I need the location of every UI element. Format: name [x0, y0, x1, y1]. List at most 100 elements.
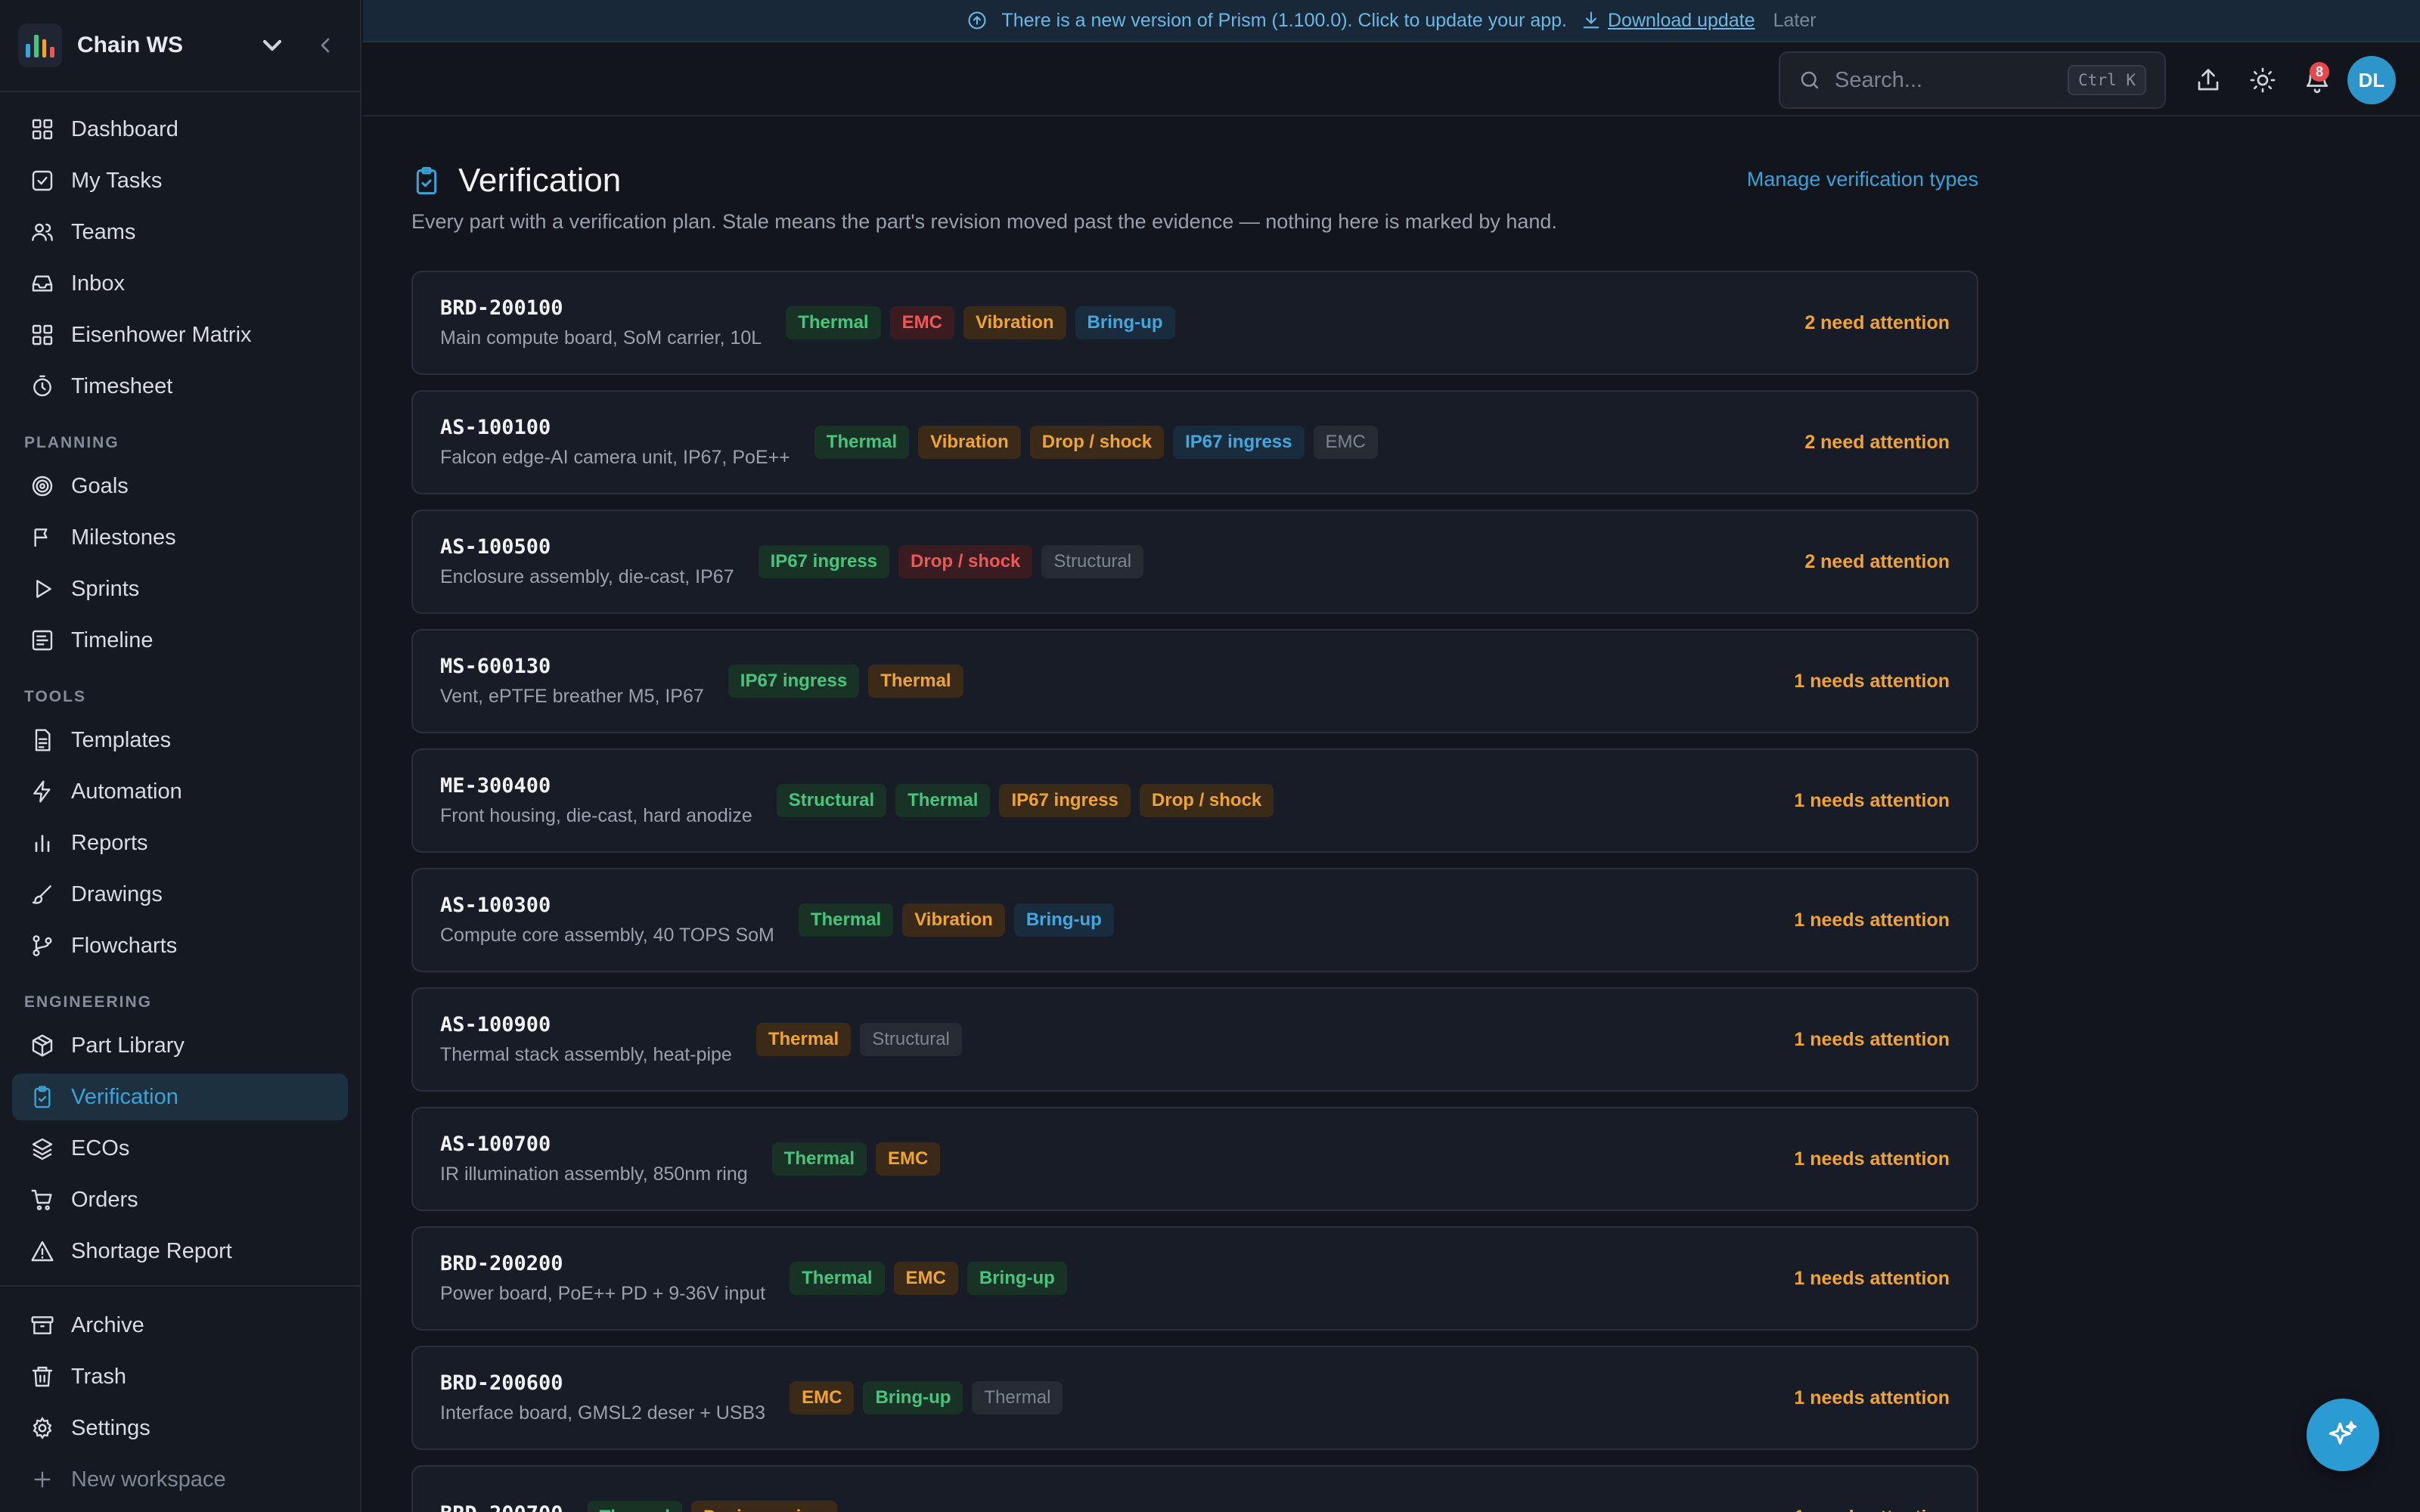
sidebar-footer: Archive Trash Settings New workspace: [0, 1285, 360, 1507]
sidebar-item-archive[interactable]: Archive: [12, 1302, 348, 1349]
sidebar-item-ecos[interactable]: ECOs: [12, 1125, 348, 1172]
manage-verification-types-link[interactable]: Manage verification types: [1747, 168, 1978, 191]
sidebar-item-shortage-report[interactable]: Shortage Report: [12, 1228, 348, 1275]
verification-tag[interactable]: Drop / shock: [1139, 784, 1274, 817]
checkbox-icon: [32, 170, 53, 191]
verification-tag[interactable]: Drop / shock: [898, 545, 1033, 578]
verification-tag[interactable]: Thermal: [814, 426, 910, 459]
verification-row[interactable]: BRD-200100 Main compute board, SoM carrie…: [411, 271, 1978, 375]
page-title: Verification: [411, 162, 621, 200]
verification-tag[interactable]: Thermal: [587, 1501, 682, 1512]
verification-tag[interactable]: Thermal: [798, 903, 894, 937]
verification-row[interactable]: BRD-200700 Thermal Design review 1 needs at…: [411, 1465, 1978, 1512]
update-banner[interactable]: There is a new version of Prism (1.100.0…: [363, 0, 2420, 42]
section-label-planning: PLANNING: [24, 434, 119, 451]
verification-tag[interactable]: IP67 ingress: [758, 545, 890, 578]
verification-tag[interactable]: EMC: [876, 1142, 941, 1176]
notification-badge: 8: [2310, 62, 2329, 82]
avatar[interactable]: DL: [2347, 56, 2396, 104]
part-description: Falcon edge-AI camera unit, IP67, PoE++: [440, 447, 790, 468]
verification-row[interactable]: AS-100500 Enclosure assembly, die-cast, I…: [411, 510, 1978, 614]
verification-tag[interactable]: Drop / shock: [1029, 426, 1165, 459]
sidebar-item-my-tasks[interactable]: My Tasks: [12, 157, 348, 204]
verification-tag[interactable]: EMC: [893, 1262, 958, 1295]
verification-tag[interactable]: Vibration: [902, 903, 1005, 937]
chevron-down-icon[interactable]: [257, 30, 287, 60]
verification-row[interactable]: BRD-200600 Interface board, GMSL2 deser +…: [411, 1346, 1978, 1450]
new-workspace-button[interactable]: New workspace: [12, 1456, 348, 1503]
verification-tag[interactable]: IP67 ingress: [999, 784, 1131, 817]
verification-tag[interactable]: Vibration: [918, 426, 1021, 459]
sidebar-item-label: Orders: [71, 1187, 138, 1212]
verification-tag[interactable]: Structural: [860, 1023, 962, 1056]
verification-tag[interactable]: Thermal: [868, 665, 963, 698]
sidebar-item-timeline[interactable]: Timeline: [12, 617, 348, 664]
gear-icon: [33, 1417, 52, 1439]
sidebar-item-part-library[interactable]: Part Library: [12, 1022, 348, 1069]
sidebar-item-goals[interactable]: Goals: [12, 463, 348, 510]
sidebar-item-label: Drawings: [71, 881, 163, 906]
sidebar-item-teams[interactable]: Teams: [12, 209, 348, 256]
verification-tag[interactable]: Bring-up: [966, 1262, 1067, 1295]
verification-row[interactable]: AS-100700 IR illumination assembly, 850nm…: [411, 1107, 1978, 1211]
verification-row[interactable]: AS-100100 Falcon edge-AI camera unit, IP6…: [411, 390, 1978, 494]
sidebar-item-milestones[interactable]: Milestones: [12, 514, 348, 561]
later-button[interactable]: Later: [1773, 10, 1817, 32]
verification-row[interactable]: AS-100300 Compute core assembly, 40 TOPS …: [411, 868, 1978, 972]
verification-tag[interactable]: Bring-up: [1013, 903, 1114, 937]
verification-tag[interactable]: IP67 ingress: [728, 665, 860, 698]
sidebar-item-orders[interactable]: Orders: [12, 1176, 348, 1223]
workspace-switcher[interactable]: Chain WS: [0, 0, 360, 92]
verification-tag[interactable]: EMC: [790, 1381, 855, 1414]
package-icon: [32, 1034, 53, 1057]
verification-tag[interactable]: Thermal: [771, 1142, 867, 1176]
sidebar-item-verification[interactable]: Verification: [12, 1074, 348, 1120]
verification-tag[interactable]: Vibration: [963, 306, 1066, 339]
verification-row[interactable]: AS-100900 Thermal stack assembly, heat-pi…: [411, 987, 1978, 1092]
sun-icon[interactable]: [2249, 67, 2276, 94]
sidebar-item-drawings[interactable]: Drawings: [12, 871, 348, 918]
verification-tag[interactable]: Design review: [690, 1501, 838, 1512]
sidebar-item-flowcharts[interactable]: Flowcharts: [12, 922, 348, 969]
sidebar-item-reports[interactable]: Reports: [12, 820, 348, 866]
verification-row[interactable]: BRD-200200 Power board, PoE++ PD + 9-36V …: [411, 1226, 1978, 1331]
sidebar-item-settings[interactable]: Settings: [12, 1405, 348, 1452]
sidebar-item-automation[interactable]: Automation: [12, 768, 348, 815]
ai-assistant-button[interactable]: [2307, 1399, 2379, 1471]
attention-status: 1 needs attention: [1794, 1387, 1950, 1408]
clipboard-check-icon: [416, 166, 437, 195]
sidebar-item-label: Sprints: [71, 576, 140, 601]
verification-tag[interactable]: Thermal: [786, 306, 881, 339]
trash-icon: [32, 1366, 53, 1387]
verification-tag[interactable]: Bring-up: [863, 1381, 963, 1414]
sidebar-item-sprints[interactable]: Sprints: [12, 565, 348, 612]
download-update-link[interactable]: Download update: [1608, 10, 1755, 32]
sidebar-item-label: Settings: [71, 1415, 150, 1440]
verification-tag[interactable]: Structural: [1041, 545, 1144, 578]
verification-tag[interactable]: Bring-up: [1075, 306, 1175, 339]
verification-row[interactable]: ME-300400 Front housing, die-cast, hard a…: [411, 748, 1978, 853]
verification-tag[interactable]: EMC: [1313, 426, 1378, 459]
verification-tag[interactable]: IP67 ingress: [1173, 426, 1305, 459]
banner-message[interactable]: There is a new version of Prism (1.100.0…: [1001, 10, 1567, 32]
sidebar-item-timesheet[interactable]: Timesheet: [12, 363, 348, 410]
sidebar-item-label: Archive: [71, 1312, 144, 1337]
sidebar-item-eisenhower-matrix[interactable]: Eisenhower Matrix: [12, 311, 348, 358]
part-description: IR illumination assembly, 850nm ring: [440, 1163, 748, 1185]
verification-tag[interactable]: Thermal: [972, 1381, 1063, 1414]
sidebar-item-trash[interactable]: Trash: [12, 1353, 348, 1400]
sidebar-item-templates[interactable]: Templates: [12, 717, 348, 764]
sidebar-item-dashboard[interactable]: Dashboard: [12, 106, 348, 153]
sidebar-item-inbox[interactable]: Inbox: [12, 260, 348, 307]
search-input[interactable]: Search... Ctrl K: [1779, 51, 2166, 109]
verification-row[interactable]: MS-600130 Vent, ePTFE breather M5, IP67 IP…: [411, 629, 1978, 733]
verification-tag[interactable]: Structural: [776, 784, 887, 817]
attention-status: 2 need attention: [1804, 311, 1950, 333]
verification-tag[interactable]: EMC: [889, 306, 954, 339]
collapse-sidebar-icon[interactable]: [313, 33, 337, 57]
share-icon[interactable]: [2195, 67, 2222, 94]
verification-tag[interactable]: Thermal: [895, 784, 991, 817]
verification-tag[interactable]: Thermal: [790, 1262, 885, 1295]
verification-tag[interactable]: Thermal: [755, 1023, 852, 1056]
verification-tags: Thermal Design review: [587, 1501, 838, 1512]
